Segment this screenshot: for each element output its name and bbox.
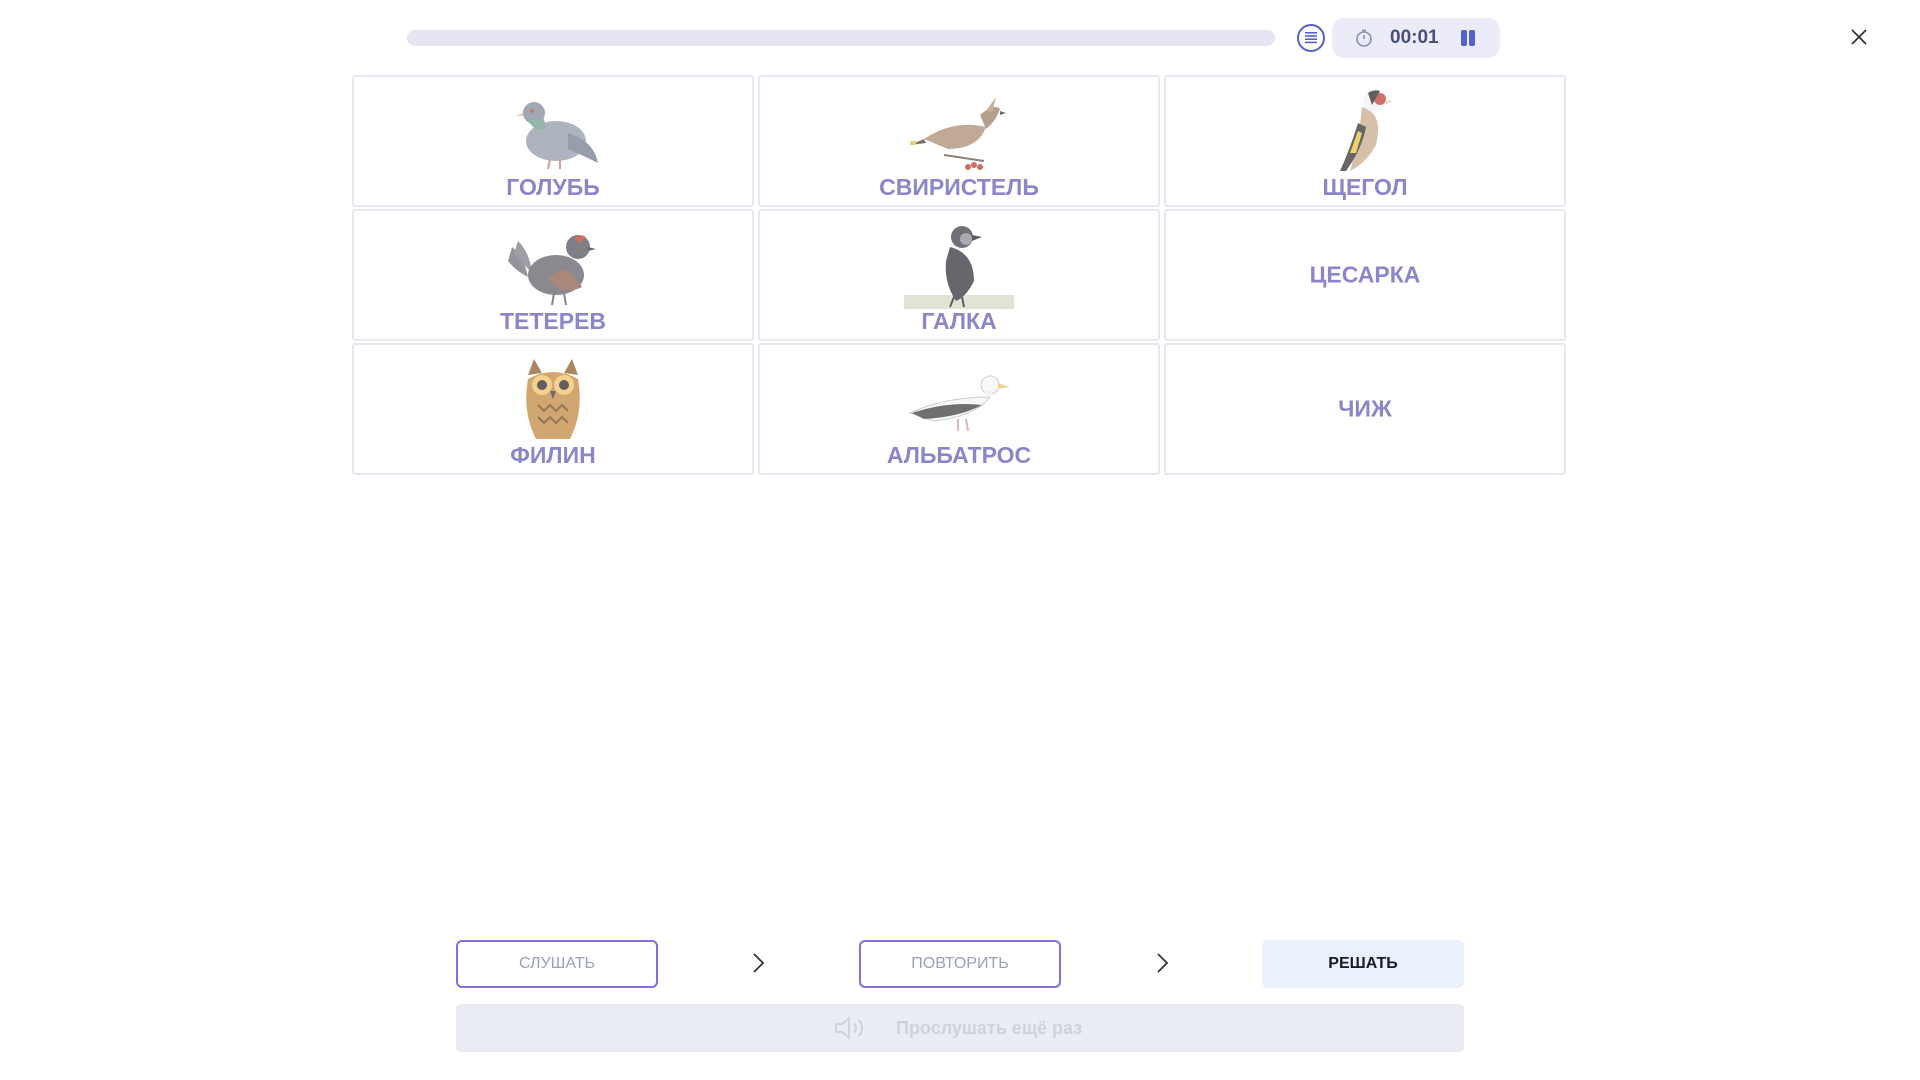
speaker-icon (835, 1016, 863, 1040)
pause-button[interactable] (1458, 28, 1478, 48)
chevron-right-icon (753, 953, 765, 973)
timer-value: 00:01 (1390, 27, 1439, 48)
card-pigeon[interactable]: ГОЛУБЬ (352, 75, 754, 207)
close-icon[interactable] (1844, 22, 1874, 52)
chevron-right-icon (1157, 953, 1169, 973)
card-label: СВИРИСТЕЛЬ (879, 174, 1039, 200)
card-label: ТЕТЕРЕВ (499, 308, 607, 334)
solve-button[interactable]: РЕШАТЬ (1262, 940, 1464, 988)
replay-button[interactable]: Прослушать ещё раз (456, 1004, 1464, 1052)
eagle-owl-image (526, 359, 580, 439)
stopwatch-icon (1356, 29, 1372, 47)
timer: 00:01 (1332, 18, 1500, 58)
list-icon (1305, 32, 1317, 44)
card-goldfinch[interactable]: ЩЕГОЛ (1164, 75, 1566, 207)
jackdaw-image (904, 226, 1014, 309)
card-label: ФИЛИН (510, 442, 596, 468)
card-siskin[interactable]: ЧИЖ (1164, 343, 1566, 475)
listen-button[interactable]: СЛУШАТЬ (456, 940, 658, 988)
pigeon-image (516, 102, 598, 170)
albatross-image (908, 375, 1010, 432)
card-label: ГАЛКА (921, 308, 997, 334)
progress-bar (407, 30, 1275, 46)
card-guinea-fowl[interactable]: ЦЕСАРКА (1164, 209, 1566, 341)
card-label: ЧИЖ (1338, 395, 1392, 422)
card-black-grouse[interactable]: ТЕТЕРЕВ (352, 209, 754, 341)
card-waxwing[interactable]: СВИРИСТЕЛЬ (758, 75, 1160, 207)
goldfinch-image (1340, 90, 1394, 171)
card-jackdaw[interactable]: ГАЛКА (758, 209, 1160, 341)
repeat-button[interactable]: ПОВТОРИТЬ (859, 940, 1061, 988)
card-label: ГОЛУБЬ (506, 174, 600, 200)
bird-card-grid: ГОЛУБЬ СВИРИСТЕЛЬ ЩЕГОЛ ТЕТЕРЕВ ГАЛКА ЦЕ… (352, 75, 1568, 475)
card-eagle-owl[interactable]: ФИЛИН (352, 343, 754, 475)
black-grouse-image (508, 235, 596, 306)
waxwing-image (910, 97, 1006, 170)
card-albatross[interactable]: АЛЬБАТРОС (758, 343, 1160, 475)
card-label: АЛЬБАТРОС (886, 442, 1032, 468)
replay-label: Прослушать ещё раз (896, 1018, 1083, 1038)
card-label: ЦЕСАРКА (1309, 261, 1421, 288)
card-label: ЩЕГОЛ (1322, 174, 1408, 200)
pause-icon (1461, 30, 1467, 46)
task-list-button[interactable] (1297, 24, 1325, 52)
